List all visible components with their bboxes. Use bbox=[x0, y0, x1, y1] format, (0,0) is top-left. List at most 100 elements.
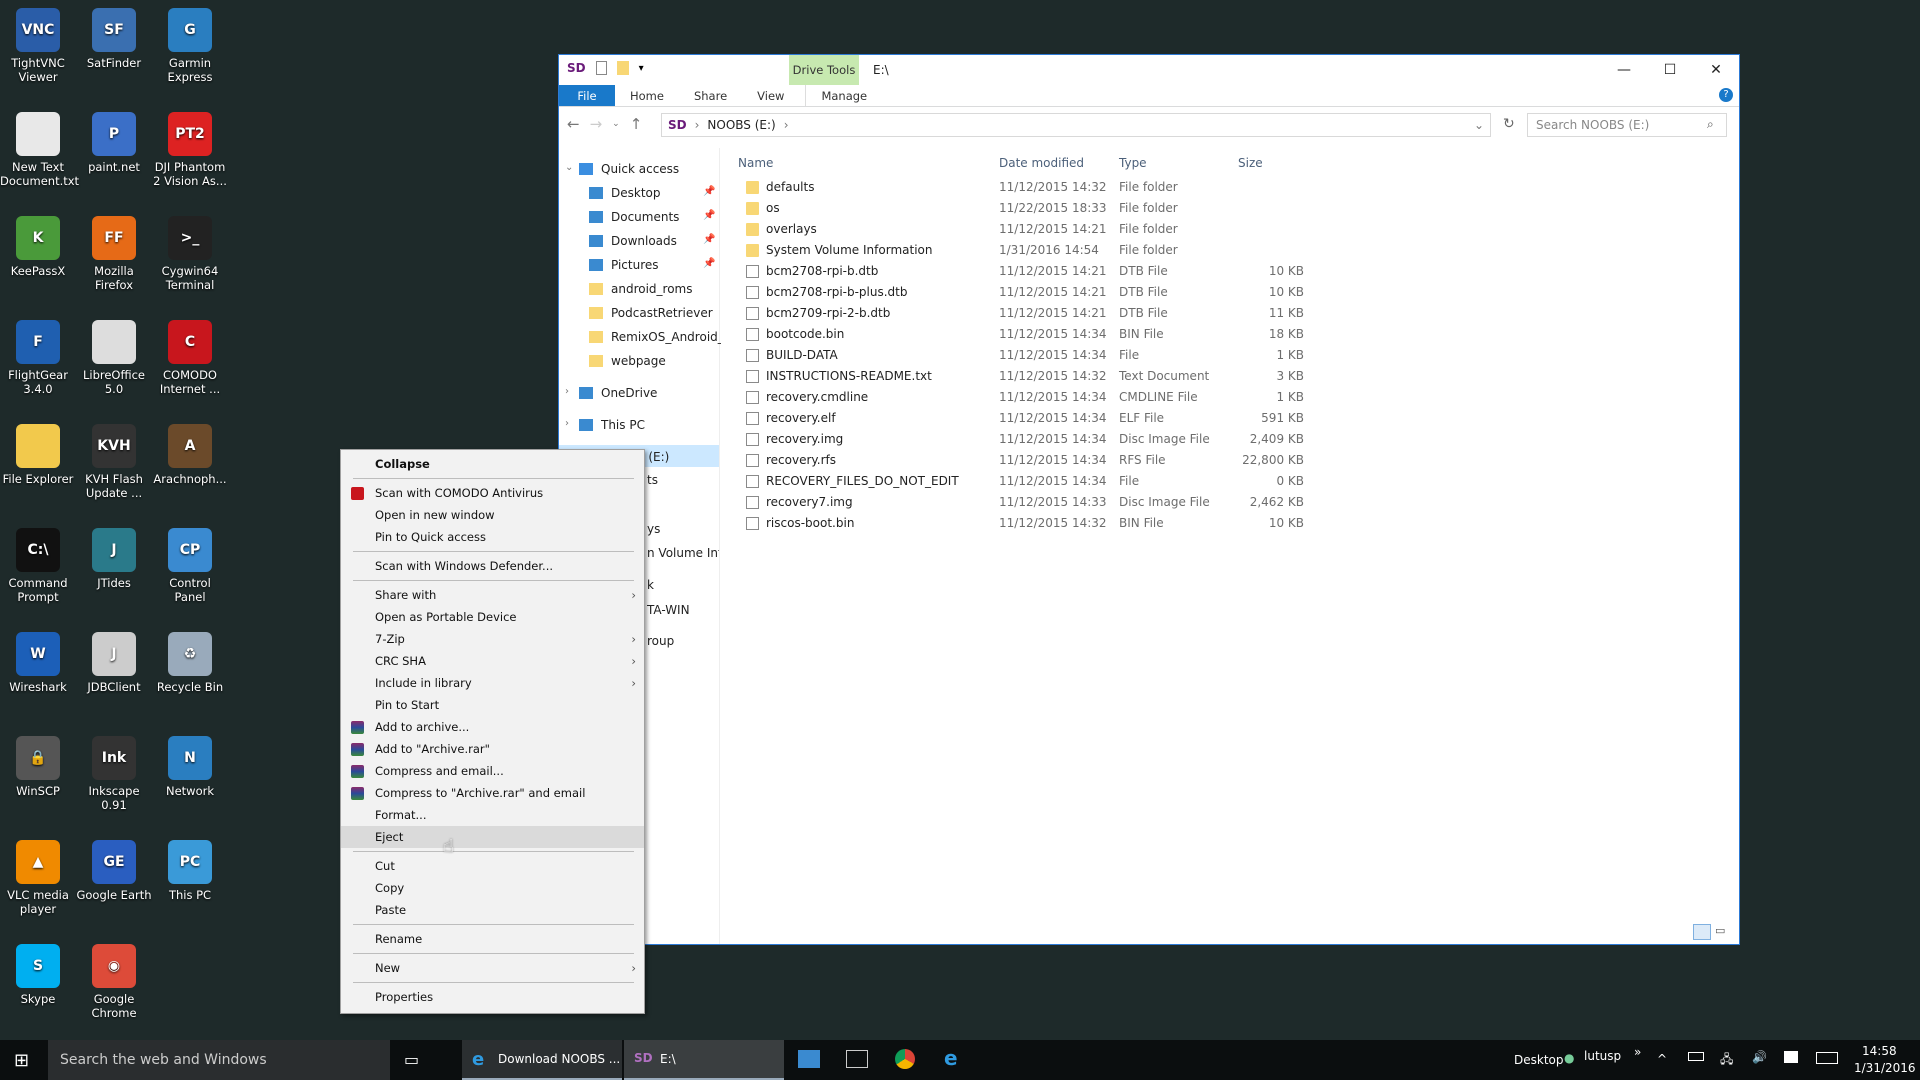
column-type[interactable]: Type bbox=[1119, 156, 1147, 170]
nav-item-quick-access[interactable]: Quick access bbox=[601, 162, 679, 176]
desktop-icon-arachnoph[interactable]: A Arachnoph... bbox=[152, 424, 228, 486]
file-row[interactable]: recovery.rfs 11/12/2015 14:34 RFS File 22,8… bbox=[738, 450, 1304, 471]
battery-icon[interactable] bbox=[1688, 1052, 1704, 1061]
search-input[interactable]: Search NOOBS (E:) bbox=[1527, 113, 1727, 137]
pinned-app-icon[interactable] bbox=[798, 1050, 820, 1068]
desktop-icon-skype[interactable]: S Skype bbox=[0, 944, 76, 1006]
tab-share[interactable]: Share bbox=[679, 85, 742, 106]
tab-manage[interactable]: Manage bbox=[805, 85, 882, 106]
minimize-button[interactable]: — bbox=[1601, 55, 1647, 85]
nav-item-downloads[interactable]: Downloads bbox=[611, 234, 677, 248]
menu-item-open-as-portable-device[interactable]: Open as Portable Device bbox=[341, 606, 644, 628]
nav-item-desktop[interactable]: Desktop bbox=[611, 186, 661, 200]
desktop-icon-mozilla-firefox[interactable]: FF Mozilla Firefox bbox=[76, 216, 152, 292]
file-row[interactable]: bootcode.bin 11/12/2015 14:34 BIN File 18 K… bbox=[738, 324, 1304, 345]
details-view-icon[interactable] bbox=[1693, 924, 1711, 940]
file-row[interactable]: BUILD-DATA 11/12/2015 14:34 File 1 KB bbox=[738, 345, 1304, 366]
file-row[interactable]: recovery7.img 11/12/2015 14:33 Disc Image … bbox=[738, 492, 1304, 513]
chevron-right-icon[interactable]: › bbox=[695, 118, 700, 132]
address-bar[interactable]: SD › NOOBS (E:) › ⌄ bbox=[661, 113, 1491, 137]
nav-item-pictures[interactable]: Pictures bbox=[611, 258, 659, 272]
column-date-modified[interactable]: Date modified bbox=[999, 156, 1084, 170]
expand-chevron-icon[interactable]: › bbox=[565, 418, 569, 429]
nav-item-partial[interactable]: ts bbox=[647, 473, 719, 487]
nav-item-webpage[interactable]: webpage bbox=[611, 354, 666, 368]
desktop-icon-tightvnc-viewer[interactable]: VNC TightVNC Viewer bbox=[0, 8, 76, 84]
search-box[interactable]: Search the web and Windows bbox=[48, 1040, 390, 1080]
desktop-icon-satfinder[interactable]: SF SatFinder bbox=[76, 8, 152, 70]
show-hidden-icons[interactable]: ^ bbox=[1657, 1052, 1667, 1066]
chevron-right-icon[interactable]: › bbox=[784, 118, 789, 132]
file-row[interactable]: overlays 11/12/2015 14:21 File folder bbox=[738, 219, 1298, 240]
menu-item-crc-sha[interactable]: CRC SHA › bbox=[341, 650, 644, 672]
desktop-icon-keepassx[interactable]: K KeePassX bbox=[0, 216, 76, 278]
network-icon[interactable]: 🖧 bbox=[1720, 1050, 1733, 1071]
desktop-icon-vlc-media-player[interactable]: ▲ VLC media player bbox=[0, 840, 76, 916]
menu-item-eject[interactable]: Eject bbox=[341, 826, 644, 848]
toolbar-overflow[interactable]: » bbox=[1634, 1045, 1641, 1059]
pin-icon[interactable]: 📌 bbox=[703, 210, 715, 221]
desktop-icon-google-earth[interactable]: GE Google Earth bbox=[76, 840, 152, 902]
nav-item-partial[interactable]: ys bbox=[647, 522, 719, 536]
menu-item-copy[interactable]: Copy bbox=[341, 877, 644, 899]
breadcrumb-noobs[interactable]: NOOBS (E:) bbox=[707, 118, 775, 132]
desktop-icon-command-prompt[interactable]: C:\ Command Prompt bbox=[0, 528, 76, 604]
menu-item-paste[interactable]: Paste bbox=[341, 899, 644, 921]
menu-item-cut[interactable]: Cut bbox=[341, 855, 644, 877]
desktop-toolbar[interactable]: Desktop bbox=[1514, 1053, 1564, 1067]
ie-icon[interactable]: e bbox=[944, 1046, 958, 1070]
desktop-icon-inkscape-0-91[interactable]: Ink Inkscape 0.91 bbox=[76, 736, 152, 812]
nav-item-partial[interactable]: TA-WIN bbox=[647, 603, 719, 617]
menu-item-open-in-new-window[interactable]: Open in new window bbox=[341, 504, 644, 526]
nav-item-partial[interactable]: roup bbox=[647, 634, 719, 648]
nav-item-partial[interactable]: n Volume Infc bbox=[647, 546, 719, 560]
menu-item-format[interactable]: Format... bbox=[341, 804, 644, 826]
desktop-icon-comodo-internet[interactable]: C COMODO Internet ... bbox=[152, 320, 228, 396]
menu-item-add-to-archive[interactable]: Add to archive... bbox=[341, 716, 644, 738]
chrome-icon[interactable] bbox=[895, 1049, 915, 1069]
pin-icon[interactable]: 📌 bbox=[703, 258, 715, 269]
pin-icon[interactable]: 📌 bbox=[703, 186, 715, 197]
customize-qat-icon[interactable]: ▾ bbox=[639, 63, 644, 74]
large-icons-view-icon[interactable]: ▭ bbox=[1715, 924, 1733, 940]
desktop-icon-google-chrome[interactable]: ◉ Google Chrome bbox=[76, 944, 152, 1020]
desktop-icon-network[interactable]: N Network bbox=[152, 736, 228, 798]
file-row[interactable]: defaults 11/12/2015 14:32 File folder bbox=[738, 177, 1298, 198]
taskbar-app-edge[interactable]: e Download NOOBS ... bbox=[462, 1040, 622, 1080]
refresh-icon[interactable]: ↻ bbox=[1503, 116, 1515, 132]
file-row[interactable]: System Volume Information 1/31/2016 14:54… bbox=[738, 240, 1298, 261]
menu-item-scan-with-windows-defender[interactable]: Scan with Windows Defender... bbox=[341, 555, 644, 577]
desktop-icon-jtides[interactable]: J JTides bbox=[76, 528, 152, 590]
keyboard-icon[interactable] bbox=[1816, 1052, 1838, 1064]
file-row[interactable]: os 11/22/2015 18:33 File folder bbox=[738, 198, 1298, 219]
new-folder-icon[interactable] bbox=[616, 61, 629, 75]
menu-item-pin-to-start[interactable]: Pin to Start bbox=[341, 694, 644, 716]
nav-item-podcastretriever[interactable]: PodcastRetriever bbox=[611, 306, 713, 320]
file-row[interactable]: INSTRUCTIONS-README.txt 11/12/2015 14:32 T… bbox=[738, 366, 1304, 387]
help-icon[interactable]: ? bbox=[1719, 88, 1733, 102]
column-size[interactable]: Size bbox=[1238, 156, 1263, 170]
desktop-icon-jdbclient[interactable]: J JDBClient bbox=[76, 632, 152, 694]
file-row[interactable]: recovery.img 11/12/2015 14:34 Disc Image F… bbox=[738, 429, 1304, 450]
file-row[interactable]: RECOVERY_FILES_DO_NOT_EDIT 11/12/2015 14:… bbox=[738, 471, 1304, 492]
back-icon[interactable]: ← bbox=[567, 115, 580, 133]
expand-chevron-icon[interactable]: › bbox=[565, 386, 569, 397]
address-dropdown-icon[interactable]: ⌄ bbox=[1474, 118, 1484, 132]
user-label[interactable]: lutusp bbox=[1584, 1049, 1621, 1063]
pinned-cmd-icon[interactable] bbox=[846, 1050, 868, 1068]
tab-home[interactable]: Home bbox=[615, 85, 679, 106]
menu-item-scan-with-comodo-antivirus[interactable]: Scan with COMODO Antivirus bbox=[341, 482, 644, 504]
desktop-icon-recycle-bin[interactable]: ♻ Recycle Bin bbox=[152, 632, 228, 694]
desktop-icon-flightgear-3-4-0[interactable]: F FlightGear 3.4.0 bbox=[0, 320, 76, 396]
file-row[interactable]: riscos-boot.bin 11/12/2015 14:32 BIN File 1… bbox=[738, 513, 1304, 534]
file-row[interactable]: bcm2708-rpi-b.dtb 11/12/2015 14:21 DTB Fil… bbox=[738, 261, 1304, 282]
file-row[interactable]: bcm2709-rpi-2-b.dtb 11/12/2015 14:21 DTB F… bbox=[738, 303, 1304, 324]
desktop-icon-file-explorer[interactable]: File Explorer bbox=[0, 424, 76, 486]
desktop-icon-control-panel[interactable]: CP Control Panel bbox=[152, 528, 228, 604]
up-icon[interactable]: ↑ bbox=[630, 115, 643, 133]
menu-item-pin-to-quick-access[interactable]: Pin to Quick access bbox=[341, 526, 644, 548]
file-row[interactable]: bcm2708-rpi-b-plus.dtb 11/12/2015 14:21 DT… bbox=[738, 282, 1304, 303]
recent-locations-icon[interactable]: ⌄ bbox=[612, 119, 620, 129]
desktop-icon-wireshark[interactable]: W Wireshark bbox=[0, 632, 76, 694]
file-row[interactable]: recovery.cmdline 11/12/2015 14:34 CMDLINE … bbox=[738, 387, 1304, 408]
